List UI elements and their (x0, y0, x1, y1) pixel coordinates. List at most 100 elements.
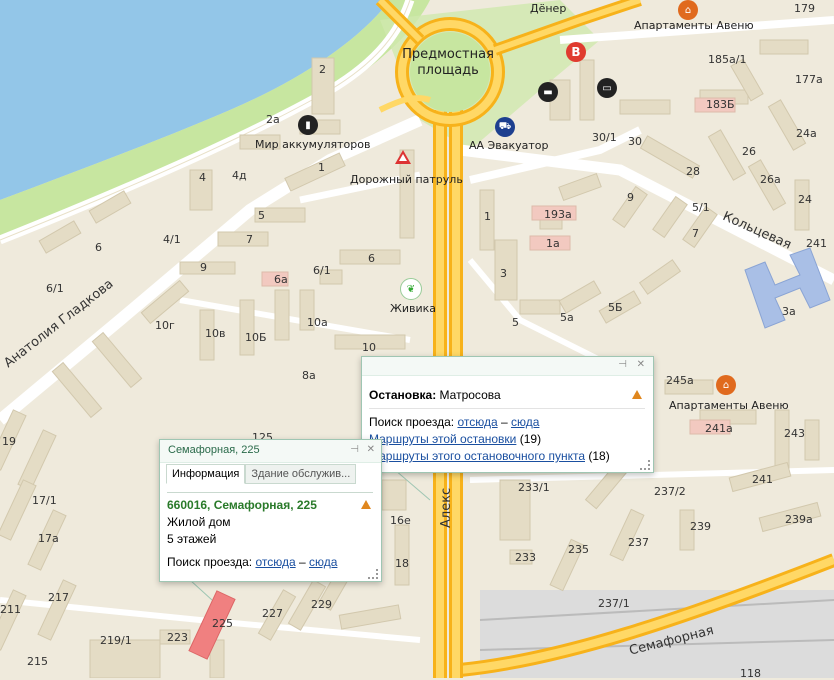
house-number: 30/1 (592, 131, 617, 144)
apartments-right-icon[interactable]: ⌂ (716, 375, 736, 395)
house-number: 241 (806, 237, 827, 250)
poi-evacuator-label[interactable]: АА Эвакуатор (469, 140, 548, 151)
house-number: 193а (544, 208, 572, 221)
food-icon[interactable]: ▬ (538, 82, 558, 102)
house-number: 243 (784, 427, 805, 440)
route-from-here-link[interactable]: отсюда (255, 555, 295, 569)
evacuator-icon[interactable]: ⛟ (495, 117, 515, 137)
dash: – (500, 415, 508, 429)
route-search-label: Поиск проезда: (369, 415, 455, 429)
house-number: 211 (0, 603, 21, 616)
popup-header: Семафорная, 225 ⊣ ✕ (160, 440, 381, 463)
bed-icon[interactable]: ▭ (597, 78, 617, 98)
poi-patrol-label[interactable]: Дорожный патруль (350, 174, 463, 185)
apartments-icon[interactable]: ⌂ (678, 0, 698, 20)
house-number: 1 (484, 210, 491, 223)
house-number: 235 (568, 543, 589, 556)
house-number: 241 (752, 473, 773, 486)
route-to-here-link[interactable]: сюда (511, 415, 539, 429)
poi-dener-label[interactable]: Дёнер (530, 3, 566, 14)
house-address: 660016, Семафорная, 225 (167, 498, 317, 512)
house-number: 215 (27, 655, 48, 668)
routes-point-link[interactable]: Маршруты этого остановочного пункта (369, 449, 585, 463)
close-icon[interactable]: ✕ (367, 444, 375, 455)
pin-icon[interactable]: ⊣ (618, 359, 627, 370)
house-number: 223 (167, 631, 188, 644)
house-number: 7 (692, 227, 699, 240)
poi-apartments-right-label[interactable]: Апартаменты Авеню (669, 400, 789, 411)
stop-info-popup[interactable]: ⊣ ✕ Остановка: Матросова Поиск проезда: … (361, 356, 654, 473)
house-number: 3а (782, 305, 796, 318)
house-number: 179 (794, 2, 815, 15)
routes-stop-row: Маршруты этой остановки (19) (369, 431, 645, 448)
house-number: 17а (38, 532, 59, 545)
house-number: 6/1 (46, 282, 64, 295)
stop-name: Матросова (439, 388, 501, 402)
house-number: 5 (512, 316, 519, 329)
house-number: 177а (795, 73, 823, 86)
house-number: 239а (785, 513, 813, 526)
house-number: 16е (390, 514, 411, 527)
house-number: 9 (627, 191, 634, 204)
house-floors: 5 этажей (167, 532, 217, 546)
pin-icon[interactable]: ⊣ (350, 444, 359, 455)
routes-stop-count: (19) (519, 432, 542, 446)
route-search-label: Поиск проезда: (167, 555, 253, 569)
house-number: 237/2 (654, 485, 686, 498)
route-to-here-link[interactable]: сюда (309, 555, 337, 569)
house-number: 241а (705, 422, 733, 435)
street-alekseeva-label: Алекс (439, 487, 454, 528)
house-number: 245а (666, 374, 694, 387)
tab-info[interactable]: Информация (166, 464, 246, 484)
house-number: 239 (690, 520, 711, 533)
resize-grip-icon[interactable] (640, 460, 650, 470)
warning-icon[interactable] (361, 500, 371, 509)
pharmacy-leaf-icon[interactable]: ❦ (400, 278, 422, 300)
house-number: 10а (307, 316, 328, 329)
route-search-row: Поиск проезда: отсюда – сюда (369, 414, 645, 431)
house-number: 5а (560, 311, 574, 324)
house-number: 26 (742, 145, 756, 158)
popup-tabs: Информация Здание обслужив... (166, 464, 357, 484)
house-info-popup[interactable]: Семафорная, 225 ⊣ ✕ Информация Здание обс… (159, 439, 382, 582)
routes-point-row: Маршруты этого остановочного пункта (18) (369, 448, 645, 465)
poi-apartments-top-label[interactable]: Апартаменты Авеню (634, 20, 754, 31)
house-number: 10Б (245, 331, 267, 344)
house-number: 5/1 (692, 201, 710, 214)
house-number: 19 (2, 435, 16, 448)
dash: – (298, 555, 306, 569)
popup-title: Семафорная, 225 (168, 444, 260, 456)
house-number: 5 (258, 209, 265, 222)
house-number: 7 (246, 233, 253, 246)
stop-label: Остановка: (369, 388, 437, 402)
house-number: 225 (212, 617, 233, 630)
house-number: 10 (362, 341, 376, 354)
poi-zhivika-label[interactable]: Живика (390, 303, 436, 314)
popup-body: 660016, Семафорная, 225 Жилой дом 5 этаж… (167, 492, 373, 571)
house-number: 10в (205, 327, 226, 340)
house-number: 237 (628, 536, 649, 549)
poi-accumulators-label[interactable]: Мир аккумуляторов (255, 139, 370, 150)
battery-icon[interactable]: ▮ (298, 115, 318, 135)
house-number: 5Б (608, 301, 623, 314)
warning-icon[interactable] (632, 390, 642, 399)
routes-stop-link[interactable]: Маршруты этой остановки (369, 432, 516, 446)
house-number: 6 (368, 252, 375, 265)
place-square-label: Предмостная площадь (402, 47, 494, 78)
house-number: 6/1 (313, 264, 331, 277)
house-type: Жилой дом (167, 515, 231, 529)
house-number: 227 (262, 607, 283, 620)
patrol-warning-icon[interactable] (395, 150, 411, 164)
tab-service[interactable]: Здание обслужив... (245, 464, 357, 484)
resize-grip-icon[interactable] (368, 569, 378, 579)
house-number: 24 (798, 193, 812, 206)
house-number: 183Б (706, 98, 735, 111)
route-from-here-link[interactable]: отсюда (457, 415, 497, 429)
house-number: 9 (200, 261, 207, 274)
close-icon[interactable]: ✕ (637, 359, 645, 370)
house-number: 217 (48, 591, 69, 604)
house-number: 18 (395, 557, 409, 570)
house-number: 30 (628, 135, 642, 148)
burger-king-icon[interactable]: B (566, 42, 586, 62)
house-number: 4д (232, 169, 247, 182)
